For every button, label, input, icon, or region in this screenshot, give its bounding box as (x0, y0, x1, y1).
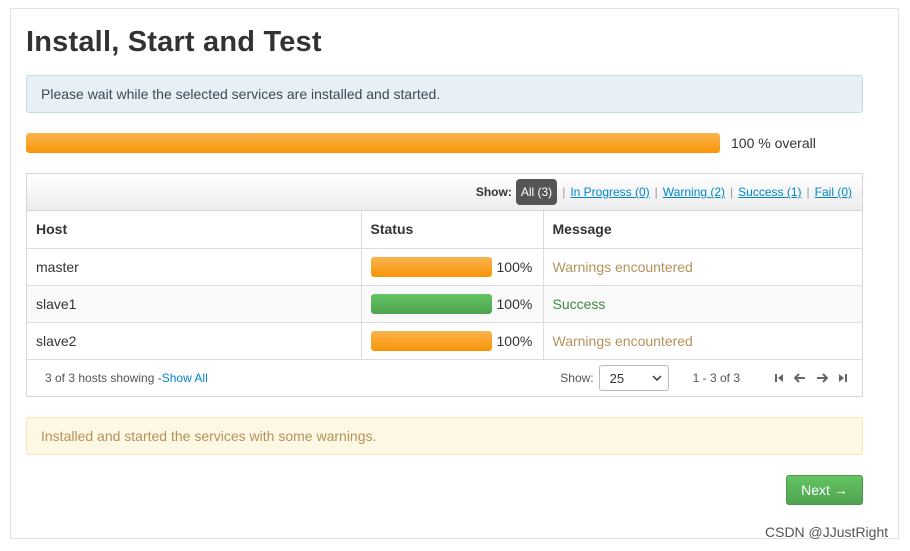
host-message[interactable]: Success (543, 285, 862, 323)
table-row: slave2 100% Warnings encountered (27, 322, 862, 360)
host-progress-bar (370, 293, 492, 314)
column-header-host[interactable]: Host (27, 211, 362, 249)
hosts-table: Host Status Message master 100% Warnings… (27, 211, 862, 360)
host-progress-percent: 100% (496, 258, 533, 275)
filter-success[interactable]: Success (1) (738, 185, 801, 199)
host-status: 100% (361, 285, 544, 323)
host-name: master (27, 248, 362, 286)
table-footer: 3 of 3 hosts showing - Show All Show: 25… (27, 360, 862, 397)
filter-show-label: Show: (475, 185, 512, 199)
table-row: master 100% Warnings encountered (27, 248, 862, 286)
filter-fail[interactable]: Fail (0) (815, 185, 852, 199)
host-message[interactable]: Warnings encountered (543, 248, 862, 286)
filter-separator: | (806, 185, 810, 199)
filter-separator: | (654, 185, 658, 199)
host-progress-bar (370, 256, 492, 277)
host-progress-fill (370, 330, 492, 351)
first-page-icon[interactable] (774, 373, 784, 383)
next-page-icon[interactable] (816, 373, 828, 383)
pagination: Show: 25 1 - 3 of 3 (560, 365, 862, 391)
status-filter-bar: Show: All (3) | In Progress (0) | Warnin… (27, 174, 862, 211)
host-status: 100% (361, 248, 544, 286)
overall-progress-bar (26, 133, 720, 153)
host-status: 100% (361, 322, 544, 360)
hosts-showing-text: 3 of 3 hosts showing - (45, 371, 162, 385)
page-range: 1 - 3 of 3 (692, 371, 740, 385)
host-name: slave1 (27, 285, 362, 323)
page-size-label: Show: (560, 371, 594, 385)
page-title: Install, Start and Test (26, 26, 322, 58)
table-row: slave1 100% Success (27, 285, 862, 323)
info-alert: Please wait while the selected services … (26, 75, 863, 113)
filter-warning[interactable]: Warning (2) (663, 185, 725, 199)
host-progress-percent: 100% (496, 295, 533, 312)
show-all-link[interactable]: Show All (162, 371, 208, 385)
host-message-text[interactable]: Success (553, 296, 606, 312)
host-message-text[interactable]: Warnings encountered (553, 333, 693, 349)
page-size-select[interactable]: 25 (598, 365, 669, 391)
next-button[interactable]: Next → (786, 475, 863, 505)
filter-all[interactable]: All (3) (515, 179, 558, 205)
column-header-message[interactable]: Message (543, 211, 862, 249)
host-name: slave2 (27, 322, 362, 360)
page-size-value: 25 (609, 370, 625, 386)
info-alert-text: Please wait while the selected services … (41, 86, 441, 102)
filter-separator: | (562, 185, 566, 199)
prev-page-icon[interactable] (794, 373, 806, 383)
overall-progress-fill (26, 133, 720, 153)
overall-progress-label: 100 % overall (731, 135, 816, 151)
watermark-text: CSDN @JJustRight (765, 524, 889, 540)
last-page-icon[interactable] (838, 373, 848, 383)
filter-separator: | (730, 185, 734, 199)
filter-in-progress[interactable]: In Progress (0) (570, 185, 649, 199)
hosts-table-container: Show: All (3) | In Progress (0) | Warnin… (26, 173, 863, 397)
host-message[interactable]: Warnings encountered (543, 322, 862, 360)
host-progress-fill (370, 256, 492, 277)
column-header-status[interactable]: Status (361, 211, 544, 249)
host-message-text[interactable]: Warnings encountered (553, 259, 693, 275)
table-header-row: Host Status Message (27, 211, 862, 249)
result-warning-alert: Installed and started the services with … (26, 417, 863, 455)
host-progress-fill (370, 293, 492, 314)
result-warning-text: Installed and started the services with … (41, 428, 377, 444)
chevron-down-icon (652, 374, 662, 381)
host-progress-bar (370, 330, 492, 351)
host-progress-percent: 100% (496, 332, 533, 349)
